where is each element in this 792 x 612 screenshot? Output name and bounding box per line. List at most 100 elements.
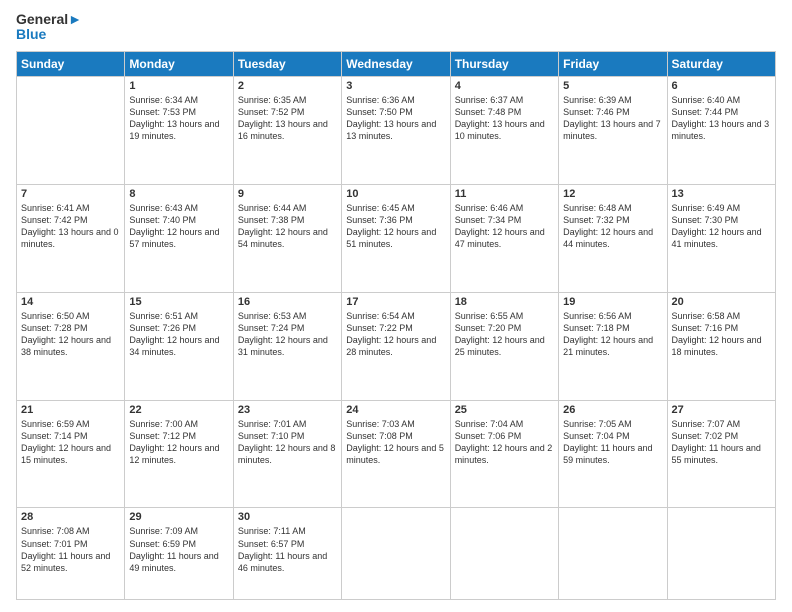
calendar-cell: 10 Sunrise: 6:45 AM Sunset: 7:36 PM Dayli… — [342, 184, 450, 292]
day-number: 27 — [672, 404, 771, 416]
cell-content: Sunrise: 6:37 AM Sunset: 7:48 PM Dayligh… — [455, 94, 554, 143]
day-number: 21 — [21, 404, 120, 416]
logo-general: General► — [16, 12, 82, 27]
day-header-wednesday: Wednesday — [342, 51, 450, 76]
calendar-cell — [342, 508, 450, 600]
calendar-cell: 7 Sunrise: 6:41 AM Sunset: 7:42 PM Daylig… — [17, 184, 125, 292]
logo: General► Blue — [16, 12, 82, 43]
cell-content: Sunrise: 7:09 AM Sunset: 6:59 PM Dayligh… — [129, 525, 228, 574]
day-number: 20 — [672, 296, 771, 308]
cell-content: Sunrise: 6:40 AM Sunset: 7:44 PM Dayligh… — [672, 94, 771, 143]
page-header: General► Blue — [16, 12, 776, 43]
cell-content: Sunrise: 6:58 AM Sunset: 7:16 PM Dayligh… — [672, 310, 771, 359]
cell-content: Sunrise: 6:45 AM Sunset: 7:36 PM Dayligh… — [346, 202, 445, 251]
cell-content: Sunrise: 7:08 AM Sunset: 7:01 PM Dayligh… — [21, 525, 120, 574]
calendar-cell: 22Sunrise: 7:00 AM Sunset: 7:12 PM Dayli… — [125, 400, 233, 508]
day-header-monday: Monday — [125, 51, 233, 76]
calendar-cell: 17 Sunrise: 6:54 AM Sunset: 7:22 PM Dayli… — [342, 292, 450, 400]
calendar-cell: 4 Sunrise: 6:37 AM Sunset: 7:48 PM Daylig… — [450, 76, 558, 184]
week-row-4: 28 Sunrise: 7:08 AM Sunset: 7:01 PM Dayli… — [17, 508, 776, 600]
calendar-cell: 30 Sunrise: 7:11 AM Sunset: 6:57 PM Dayli… — [233, 508, 341, 600]
day-number: 7 — [21, 188, 120, 200]
cell-content: Sunrise: 6:56 AM Sunset: 7:18 PM Dayligh… — [563, 310, 662, 359]
day-number: 2 — [238, 80, 337, 92]
cell-content: Sunrise: 6:44 AM Sunset: 7:38 PM Dayligh… — [238, 202, 337, 251]
calendar-cell — [450, 508, 558, 600]
cell-content: Sunrise: 6:39 AM Sunset: 7:46 PM Dayligh… — [563, 94, 662, 143]
day-number: 12 — [563, 188, 662, 200]
day-number: 28 — [21, 511, 120, 523]
day-number: 17 — [346, 296, 445, 308]
calendar-cell: 29Sunrise: 7:09 AM Sunset: 6:59 PM Dayli… — [125, 508, 233, 600]
calendar-cell: 14 Sunrise: 6:50 AM Sunset: 7:28 PM Dayli… — [17, 292, 125, 400]
day-number: 4 — [455, 80, 554, 92]
calendar-cell — [17, 76, 125, 184]
calendar-cell: 3 Sunrise: 6:36 AM Sunset: 7:50 PM Daylig… — [342, 76, 450, 184]
calendar-cell: 13Sunrise: 6:49 AM Sunset: 7:30 PM Dayli… — [667, 184, 775, 292]
calendar-cell: 28 Sunrise: 7:08 AM Sunset: 7:01 PM Dayli… — [17, 508, 125, 600]
calendar-cell: 19 Sunrise: 6:56 AM Sunset: 7:18 PM Dayli… — [559, 292, 667, 400]
logo-graphic: General► Blue — [16, 12, 82, 43]
calendar-cell: 12Sunrise: 6:48 AM Sunset: 7:32 PM Dayli… — [559, 184, 667, 292]
week-row-2: 14 Sunrise: 6:50 AM Sunset: 7:28 PM Dayli… — [17, 292, 776, 400]
calendar-cell: 20 Sunrise: 6:58 AM Sunset: 7:16 PM Dayli… — [667, 292, 775, 400]
cell-content: Sunrise: 6:35 AM Sunset: 7:52 PM Dayligh… — [238, 94, 337, 143]
cell-content: Sunrise: 6:41 AM Sunset: 7:42 PM Dayligh… — [21, 202, 120, 251]
day-number: 8 — [129, 188, 228, 200]
calendar-cell: 23 Sunrise: 7:01 AM Sunset: 7:10 PM Dayli… — [233, 400, 341, 508]
calendar-cell: 26 Sunrise: 7:05 AM Sunset: 7:04 PM Dayli… — [559, 400, 667, 508]
day-number: 15 — [129, 296, 228, 308]
calendar-cell: 25Sunrise: 7:04 AM Sunset: 7:06 PM Dayli… — [450, 400, 558, 508]
cell-content: Sunrise: 7:07 AM Sunset: 7:02 PM Dayligh… — [672, 418, 771, 467]
calendar-cell: 15 Sunrise: 6:51 AM Sunset: 7:26 PM Dayli… — [125, 292, 233, 400]
day-number: 14 — [21, 296, 120, 308]
cell-content: Sunrise: 7:04 AM Sunset: 7:06 PM Dayligh… — [455, 418, 554, 467]
calendar-cell: 16 Sunrise: 6:53 AM Sunset: 7:24 PM Dayli… — [233, 292, 341, 400]
cell-content: Sunrise: 6:34 AM Sunset: 7:53 PM Dayligh… — [129, 94, 228, 143]
calendar-cell: 9Sunrise: 6:44 AM Sunset: 7:38 PM Daylig… — [233, 184, 341, 292]
cell-content: Sunrise: 7:11 AM Sunset: 6:57 PM Dayligh… — [238, 525, 337, 574]
day-number: 10 — [346, 188, 445, 200]
day-header-sunday: Sunday — [17, 51, 125, 76]
day-header-thursday: Thursday — [450, 51, 558, 76]
header-row: SundayMondayTuesdayWednesdayThursdayFrid… — [17, 51, 776, 76]
cell-content: Sunrise: 6:50 AM Sunset: 7:28 PM Dayligh… — [21, 310, 120, 359]
calendar-cell: 27 Sunrise: 7:07 AM Sunset: 7:02 PM Dayli… — [667, 400, 775, 508]
calendar-cell: 21 Sunrise: 6:59 AM Sunset: 7:14 PM Dayli… — [17, 400, 125, 508]
day-number: 6 — [672, 80, 771, 92]
day-number: 23 — [238, 404, 337, 416]
calendar-cell: 6 Sunrise: 6:40 AM Sunset: 7:44 PM Daylig… — [667, 76, 775, 184]
day-number: 30 — [238, 511, 337, 523]
cell-content: Sunrise: 6:53 AM Sunset: 7:24 PM Dayligh… — [238, 310, 337, 359]
week-row-0: 1Sunrise: 6:34 AM Sunset: 7:53 PM Daylig… — [17, 76, 776, 184]
calendar-cell: 18 Sunrise: 6:55 AM Sunset: 7:20 PM Dayli… — [450, 292, 558, 400]
cell-content: Sunrise: 7:01 AM Sunset: 7:10 PM Dayligh… — [238, 418, 337, 467]
week-row-3: 21 Sunrise: 6:59 AM Sunset: 7:14 PM Dayli… — [17, 400, 776, 508]
day-number: 26 — [563, 404, 662, 416]
day-number: 5 — [563, 80, 662, 92]
day-number: 16 — [238, 296, 337, 308]
cell-content: Sunrise: 7:00 AM Sunset: 7:12 PM Dayligh… — [129, 418, 228, 467]
cell-content: Sunrise: 6:46 AM Sunset: 7:34 PM Dayligh… — [455, 202, 554, 251]
day-number: 3 — [346, 80, 445, 92]
calendar-cell — [559, 508, 667, 600]
day-header-tuesday: Tuesday — [233, 51, 341, 76]
day-header-friday: Friday — [559, 51, 667, 76]
cell-content: Sunrise: 6:36 AM Sunset: 7:50 PM Dayligh… — [346, 94, 445, 143]
cell-content: Sunrise: 6:43 AM Sunset: 7:40 PM Dayligh… — [129, 202, 228, 251]
cell-content: Sunrise: 6:51 AM Sunset: 7:26 PM Dayligh… — [129, 310, 228, 359]
logo-blue: Blue — [16, 27, 82, 42]
calendar-table: SundayMondayTuesdayWednesdayThursdayFrid… — [16, 51, 776, 600]
cell-content: Sunrise: 6:55 AM Sunset: 7:20 PM Dayligh… — [455, 310, 554, 359]
calendar-cell: 1Sunrise: 6:34 AM Sunset: 7:53 PM Daylig… — [125, 76, 233, 184]
cell-content: Sunrise: 7:03 AM Sunset: 7:08 PM Dayligh… — [346, 418, 445, 467]
day-number: 19 — [563, 296, 662, 308]
cell-content: Sunrise: 6:59 AM Sunset: 7:14 PM Dayligh… — [21, 418, 120, 467]
calendar-cell: 2 Sunrise: 6:35 AM Sunset: 7:52 PM Daylig… — [233, 76, 341, 184]
cell-content: Sunrise: 7:05 AM Sunset: 7:04 PM Dayligh… — [563, 418, 662, 467]
calendar-cell: 11 Sunrise: 6:46 AM Sunset: 7:34 PM Dayli… — [450, 184, 558, 292]
cell-content: Sunrise: 6:54 AM Sunset: 7:22 PM Dayligh… — [346, 310, 445, 359]
day-number: 18 — [455, 296, 554, 308]
day-number: 11 — [455, 188, 554, 200]
day-number: 24 — [346, 404, 445, 416]
